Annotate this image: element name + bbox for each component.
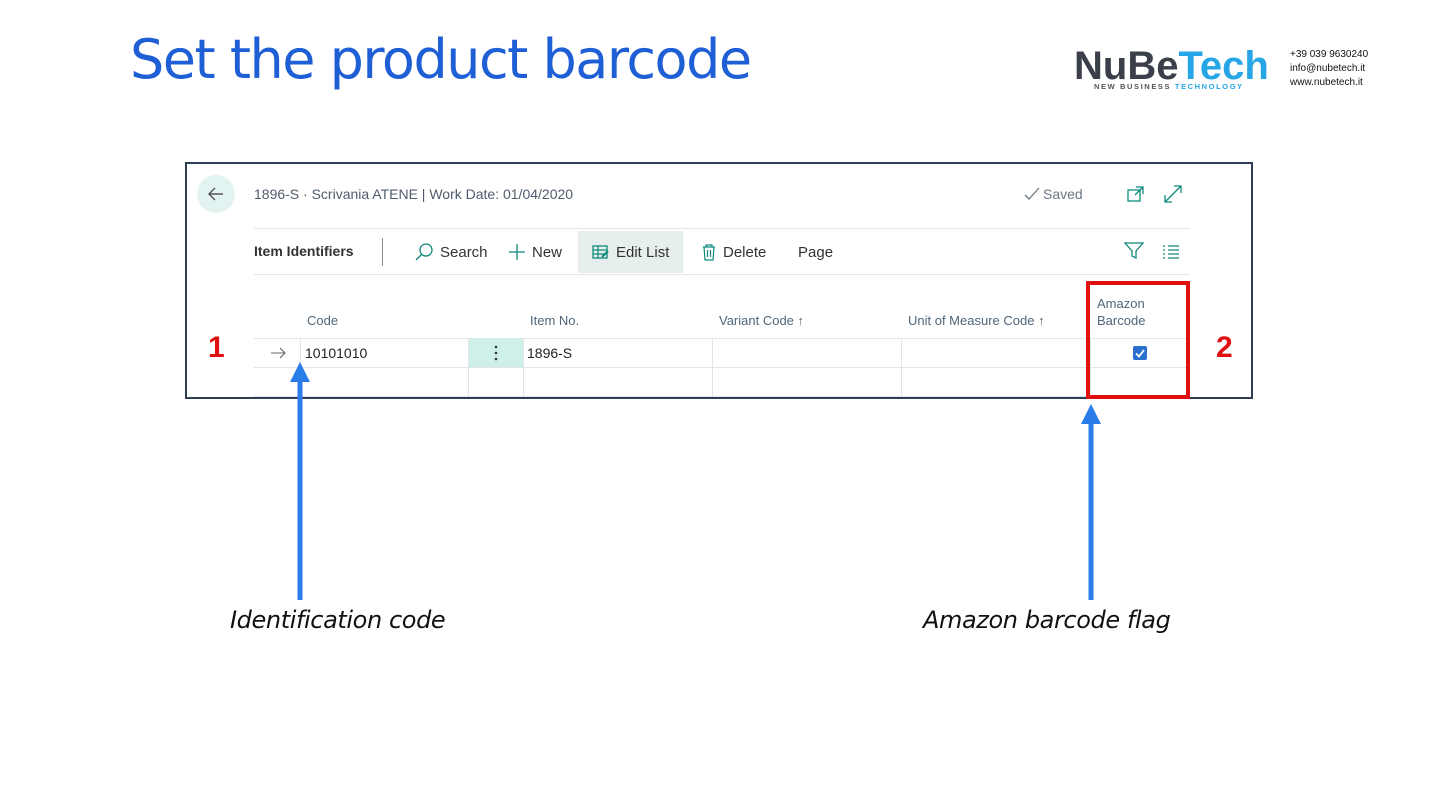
edit-list-button[interactable]: Edit List	[578, 231, 684, 273]
toolbar-title: Item Identifiers	[254, 243, 354, 259]
list-view-icon[interactable]	[1162, 244, 1180, 260]
page-menu-button[interactable]: Page	[798, 231, 833, 273]
column-header-item-no[interactable]: Item No.	[530, 313, 579, 328]
cell-code-empty[interactable]	[300, 367, 469, 397]
column-header-uom-code[interactable]: Unit of Measure Code ↑	[908, 313, 1045, 328]
slide-title: Set the product barcode	[130, 28, 752, 91]
arrow-right-icon	[271, 347, 286, 359]
row-actions-button[interactable]	[468, 338, 524, 368]
page-header-title: 1896-S · Scrivania ATENE | Work Date: 01…	[254, 186, 574, 202]
row-actions-empty	[468, 367, 524, 397]
contact-phone: +39 039 9630240	[1290, 49, 1369, 60]
contact-website: www.nubetech.it	[1290, 77, 1363, 88]
contact-email: info@nubetech.it	[1290, 63, 1366, 74]
cell-code-value: 10101010	[305, 345, 368, 361]
column-header-code[interactable]: Code	[307, 313, 338, 328]
callout-number-1: 1	[208, 331, 225, 364]
filter-icon[interactable]	[1124, 242, 1144, 260]
new-button[interactable]: New	[508, 231, 562, 273]
caption-amazon-barcode-flag: Amazon barcode flag	[923, 606, 1171, 634]
cell-uom-code[interactable]	[901, 338, 1091, 368]
saved-label: Saved	[1043, 186, 1083, 202]
checkmark-icon	[1024, 187, 1040, 200]
cell-item-no-empty[interactable]	[523, 367, 713, 397]
arrow-up-identification-code	[290, 362, 310, 600]
cell-item-no-value: 1896-S	[527, 345, 573, 361]
cell-variant-code-empty[interactable]	[712, 367, 902, 397]
arrow-left-icon	[208, 187, 223, 201]
back-button[interactable]	[197, 175, 235, 213]
delete-button[interactable]: Delete	[701, 231, 766, 273]
new-label: New	[532, 243, 563, 261]
cell-item-no[interactable]: 1896-S	[523, 338, 713, 368]
search-button[interactable]: Search	[414, 231, 488, 273]
search-label: Search	[440, 243, 488, 261]
logo-tagline: NEW BUSINESS TECHNOLOGY	[1094, 82, 1244, 91]
edit-list-icon	[592, 245, 609, 259]
amazon-barcode-highlight-box	[1086, 281, 1190, 399]
cell-uom-code-empty[interactable]	[901, 367, 1091, 397]
arrow-up-amazon-barcode	[1081, 404, 1101, 600]
callout-number-2: 2	[1216, 331, 1233, 364]
toolbar-separator	[382, 238, 383, 266]
cell-variant-code[interactable]	[712, 338, 902, 368]
cell-code[interactable]: 10101010	[300, 338, 469, 368]
caption-identification-code: Identification code	[230, 606, 446, 634]
open-in-new-window-icon[interactable]	[1126, 184, 1146, 204]
page-label: Page	[798, 243, 834, 261]
edit-list-label: Edit List	[616, 243, 670, 261]
header-divider	[254, 228, 1190, 229]
toolbar-divider	[254, 274, 1190, 275]
expand-icon[interactable]	[1163, 184, 1183, 204]
nubetech-logo: NuBeTech NEW BUSINESS TECHNOLOGY	[1074, 44, 1269, 94]
more-options-icon	[494, 345, 498, 361]
contact-info: +39 039 9630240 info@nubetech.it www.nub…	[1290, 48, 1368, 90]
saved-status: Saved	[1024, 186, 1083, 202]
trash-icon	[703, 244, 715, 261]
plus-icon	[509, 244, 525, 260]
column-header-variant-code[interactable]: Variant Code ↑	[719, 313, 804, 328]
search-icon	[415, 243, 433, 261]
delete-label: Delete	[723, 243, 767, 261]
